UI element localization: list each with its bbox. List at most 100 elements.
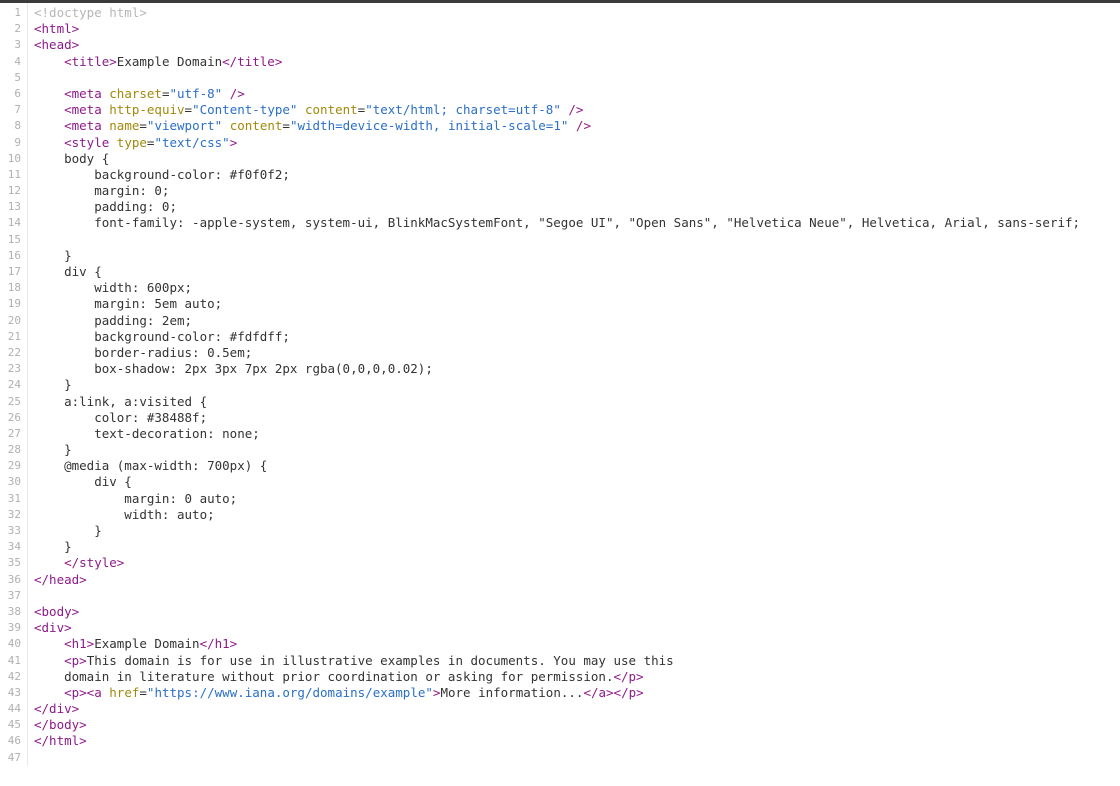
code-line[interactable]: domain in literature without prior coord… xyxy=(34,669,1120,685)
code-line[interactable] xyxy=(34,232,1120,248)
line-number: 33 xyxy=(0,523,27,539)
line-number: 19 xyxy=(0,296,27,312)
code-line[interactable]: box-shadow: 2px 3px 7px 2px rgba(0,0,0,0… xyxy=(34,361,1120,377)
code-segment xyxy=(34,636,64,651)
code-segment: More information... xyxy=(440,685,583,700)
code-line[interactable] xyxy=(34,588,1120,604)
code-line[interactable]: <meta http-equiv="Content-type" content=… xyxy=(34,102,1120,118)
code-line[interactable]: } xyxy=(34,523,1120,539)
code-segment: } xyxy=(34,539,72,554)
code-editor[interactable]: 1234567891011121314151617181920212223242… xyxy=(0,3,1120,766)
code-segment: div { xyxy=(34,264,102,279)
code-segment: div { xyxy=(34,474,132,489)
code-line[interactable]: background-color: #f0f0f2; xyxy=(34,167,1120,183)
code-segment xyxy=(34,588,42,603)
code-segment xyxy=(34,750,42,765)
code-segment: <meta xyxy=(64,86,102,101)
code-segment: a:link, a:visited { xyxy=(34,394,207,409)
code-segment: width: auto; xyxy=(34,507,215,522)
code-line[interactable]: <head> xyxy=(34,37,1120,53)
code-line[interactable]: <title>Example Domain</title> xyxy=(34,54,1120,70)
code-segment: <meta xyxy=(64,102,102,117)
code-line[interactable]: @media (max-width: 700px) { xyxy=(34,458,1120,474)
code-segment: type xyxy=(117,135,147,150)
code-line[interactable]: <h1>Example Domain</h1> xyxy=(34,636,1120,652)
line-number: 31 xyxy=(0,491,27,507)
code-segment xyxy=(34,232,94,247)
code-segment: "width=device-width, initial-scale=1" xyxy=(290,118,568,133)
code-segment: padding: 2em; xyxy=(34,313,192,328)
code-line[interactable]: <div> xyxy=(34,620,1120,636)
code-line[interactable]: <html> xyxy=(34,21,1120,37)
code-segment: content xyxy=(230,118,283,133)
code-line[interactable]: color: #38488f; xyxy=(34,410,1120,426)
code-segment: "Content-type" xyxy=(192,102,297,117)
code-segment: <style xyxy=(64,135,109,150)
code-line[interactable]: font-family: -apple-system, system-ui, B… xyxy=(34,215,1120,231)
code-line[interactable]: padding: 2em; xyxy=(34,313,1120,329)
code-line[interactable]: <body> xyxy=(34,604,1120,620)
code-segment: </html> xyxy=(34,733,87,748)
code-segment xyxy=(297,102,305,117)
code-line[interactable]: } xyxy=(34,248,1120,264)
code-segment xyxy=(34,653,64,668)
code-line[interactable]: width: 600px; xyxy=(34,280,1120,296)
line-number: 8 xyxy=(0,118,27,134)
code-line[interactable]: div { xyxy=(34,474,1120,490)
code-segment xyxy=(34,685,64,700)
code-segment: <body> xyxy=(34,604,79,619)
line-number: 1 xyxy=(0,5,27,21)
code-line[interactable]: text-decoration: none; xyxy=(34,426,1120,442)
code-line[interactable]: </div> xyxy=(34,701,1120,717)
code-segment xyxy=(568,118,576,133)
line-number: 26 xyxy=(0,410,27,426)
code-line[interactable]: body { xyxy=(34,151,1120,167)
code-segment: width: 600px; xyxy=(34,280,192,295)
code-line[interactable]: </head> xyxy=(34,572,1120,588)
code-segment: /> xyxy=(576,118,591,133)
code-segment: = xyxy=(139,118,147,133)
code-segment: @media (max-width: 700px) { xyxy=(34,458,267,473)
code-line[interactable]: margin: 0; xyxy=(34,183,1120,199)
code-segment: href xyxy=(109,685,139,700)
code-line[interactable]: <p>This domain is for use in illustrativ… xyxy=(34,653,1120,669)
code-line[interactable]: } xyxy=(34,539,1120,555)
code-segment: font-family: -apple-system, system-ui, B… xyxy=(34,215,1080,230)
code-line[interactable] xyxy=(34,70,1120,86)
code-line[interactable]: </html> xyxy=(34,733,1120,749)
code-line[interactable]: width: auto; xyxy=(34,507,1120,523)
code-segment: border-radius: 0.5em; xyxy=(34,345,252,360)
line-number: 6 xyxy=(0,86,27,102)
code-line[interactable]: <meta name="viewport" content="width=dev… xyxy=(34,118,1120,134)
code-segment: padding: 0; xyxy=(34,199,177,214)
code-line[interactable]: </body> xyxy=(34,717,1120,733)
code-line[interactable]: <meta charset="utf-8" /> xyxy=(34,86,1120,102)
code-line[interactable]: <p><a href="https://www.iana.org/domains… xyxy=(34,685,1120,701)
line-number: 45 xyxy=(0,717,27,733)
code-segment: background-color: #f0f0f2; xyxy=(34,167,290,182)
code-line[interactable]: <style type="text/css"> xyxy=(34,135,1120,151)
code-segment xyxy=(34,102,64,117)
code-line[interactable]: margin: 0 auto; xyxy=(34,491,1120,507)
code-line[interactable]: background-color: #fdfdff; xyxy=(34,329,1120,345)
code-area[interactable]: <!doctype html><html><head> <title>Examp… xyxy=(28,3,1120,766)
code-segment: = xyxy=(185,102,193,117)
code-segment: </p> xyxy=(613,669,643,684)
code-line[interactable]: <!doctype html> xyxy=(34,5,1120,21)
code-segment: </div> xyxy=(34,701,79,716)
line-number: 20 xyxy=(0,313,27,329)
code-line[interactable]: margin: 5em auto; xyxy=(34,296,1120,312)
code-segment xyxy=(124,555,154,570)
code-line[interactable]: div { xyxy=(34,264,1120,280)
code-line[interactable]: } xyxy=(34,442,1120,458)
code-line[interactable]: </style> xyxy=(34,555,1120,571)
code-segment: } xyxy=(34,523,102,538)
code-segment xyxy=(34,54,64,69)
code-line[interactable]: border-radius: 0.5em; xyxy=(34,345,1120,361)
code-segment: margin: 0; xyxy=(34,183,169,198)
code-line[interactable] xyxy=(34,750,1120,766)
code-line[interactable]: padding: 0; xyxy=(34,199,1120,215)
code-line[interactable]: a:link, a:visited { xyxy=(34,394,1120,410)
code-line[interactable]: } xyxy=(34,377,1120,393)
code-segment: "https://www.iana.org/domains/example" xyxy=(147,685,433,700)
